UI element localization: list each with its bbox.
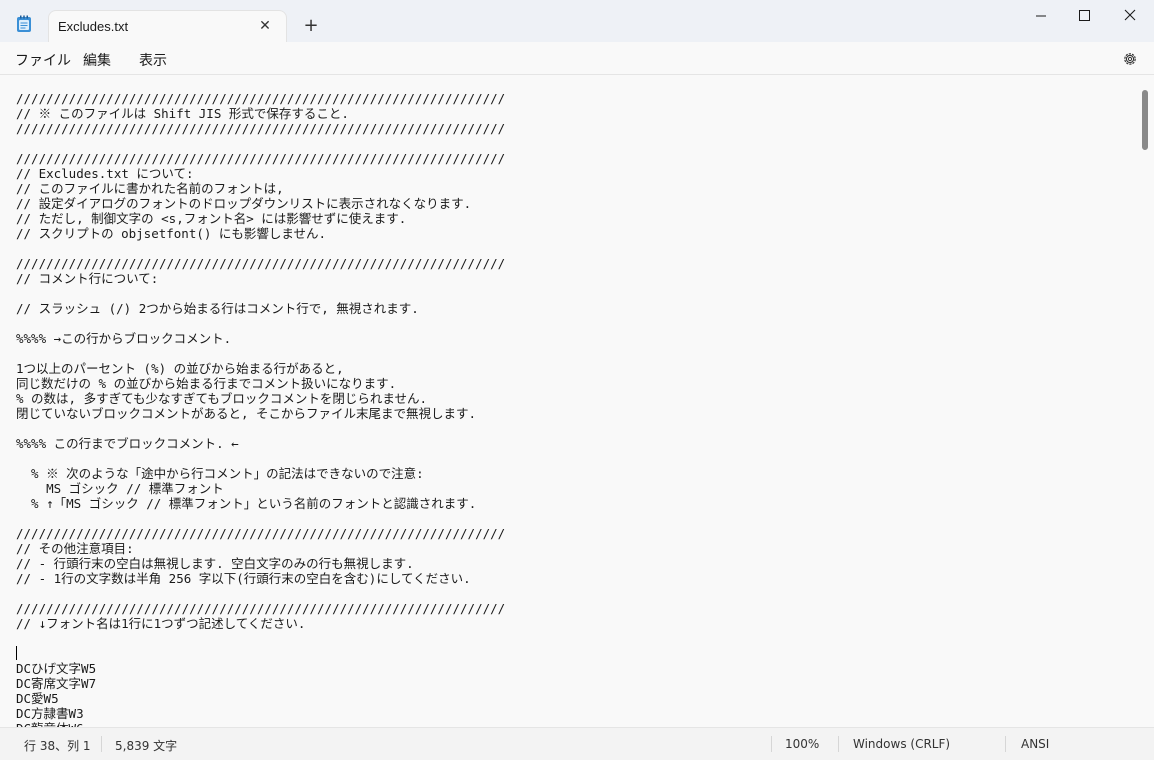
text-line[interactable]: DC方隷書W3 xyxy=(16,706,505,721)
line-ending[interactable]: Windows (CRLF) xyxy=(853,737,950,751)
text-line[interactable]: // - 1行の文字数は半角 256 字以下(行頭行末の空白を含む)にしてくださ… xyxy=(16,571,505,586)
menu-view[interactable]: 表示 xyxy=(139,50,167,70)
status-divider xyxy=(101,736,102,752)
menu-bar: ファイル 編集 表示 xyxy=(0,42,1154,75)
editor-text[interactable]: ////////////////////////////////////////… xyxy=(16,91,505,727)
close-icon[interactable] xyxy=(1108,0,1154,32)
tab-title: Excludes.txt xyxy=(58,19,129,34)
notepad-icon xyxy=(17,15,31,32)
text-line[interactable]: DC寄席文字W7 xyxy=(16,676,505,691)
text-line[interactable] xyxy=(16,316,505,331)
text-line[interactable]: 1つ以上のパーセント (%) の並びから始まる行があると, xyxy=(16,361,505,376)
text-line[interactable]: // Excludes.txt について: xyxy=(16,166,505,181)
gear-icon[interactable] xyxy=(1121,50,1139,68)
text-line[interactable]: // その他注意項目: xyxy=(16,541,505,556)
text-line[interactable]: %%%% この行までブロックコメント. ← xyxy=(16,436,505,451)
status-bar: 行 38、列 1 5,839 文字 100% Windows (CRLF) AN… xyxy=(0,727,1154,760)
text-line[interactable] xyxy=(16,241,505,256)
vertical-scrollbar[interactable] xyxy=(1142,90,1148,150)
text-line[interactable]: % ↑「MS ゴシック // 標準フォント」という名前のフォントと認識されます. xyxy=(16,496,505,511)
status-divider xyxy=(838,736,839,752)
maximize-icon[interactable] xyxy=(1064,0,1110,32)
tab-excludes-txt[interactable]: Excludes.txt ✕ xyxy=(48,10,287,43)
menu-file[interactable]: ファイル xyxy=(15,50,71,70)
text-editor[interactable]: ////////////////////////////////////////… xyxy=(0,75,1154,727)
text-line[interactable]: // 設定ダイアログのフォントのドロップダウンリストに表示されなくなります. xyxy=(16,196,505,211)
text-line[interactable]: % の数は, 多すぎても少なすぎてもブロックコメントを閉じられません. xyxy=(16,391,505,406)
menu-edit[interactable]: 編集 xyxy=(83,50,111,70)
close-tab-icon[interactable]: ✕ xyxy=(256,17,274,35)
text-line[interactable]: 同じ数だけの % の並びから始まる行までコメント扱いになります. xyxy=(16,376,505,391)
new-tab-button[interactable]: + xyxy=(300,15,322,37)
text-line[interactable]: ////////////////////////////////////////… xyxy=(16,256,505,271)
text-line[interactable]: ////////////////////////////////////////… xyxy=(16,91,505,106)
text-line[interactable] xyxy=(16,586,505,601)
text-line[interactable] xyxy=(16,631,505,646)
text-line[interactable]: // スクリプトの objsetfont() にも影響しません. xyxy=(16,226,505,241)
text-line[interactable]: %%%% →この行からブロックコメント. xyxy=(16,331,505,346)
title-bar: Excludes.txt ✕ + xyxy=(0,0,1154,43)
text-line[interactable]: // - 行頭行末の空白は無視します. 空白文字のみの行も無視します. xyxy=(16,556,505,571)
zoom-level[interactable]: 100% xyxy=(785,737,819,751)
text-line[interactable] xyxy=(16,421,505,436)
text-line[interactable]: ////////////////////////////////////////… xyxy=(16,121,505,136)
text-line[interactable]: % ※ 次のような「途中から行コメント」の記法はできないので注意: xyxy=(16,466,505,481)
text-line[interactable]: ////////////////////////////////////////… xyxy=(16,601,505,616)
text-line[interactable]: // コメント行について: xyxy=(16,271,505,286)
text-line[interactable]: // ただし, 制御文字の <s,フォント名> には影響せずに使えます. xyxy=(16,211,505,226)
encoding[interactable]: ANSI xyxy=(1021,737,1049,751)
minimize-icon[interactable] xyxy=(1018,0,1064,32)
text-line[interactable]: ////////////////////////////////////////… xyxy=(16,151,505,166)
text-line[interactable]: MS ゴシック // 標準フォント xyxy=(16,481,505,496)
text-line[interactable]: ////////////////////////////////////////… xyxy=(16,526,505,541)
text-line[interactable] xyxy=(16,136,505,151)
cursor-position: 行 38、列 1 xyxy=(24,739,91,753)
text-line[interactable] xyxy=(16,511,505,526)
text-line[interactable]: // ※ このファイルは Shift JIS 形式で保存すること. xyxy=(16,106,505,121)
text-line[interactable]: // スラッシュ (/) 2つから始まる行はコメント行で, 無視されます. xyxy=(16,301,505,316)
text-line[interactable]: DCひげ文字W5 xyxy=(16,661,505,676)
text-line[interactable]: 閉じていないブロックコメントがあると, そこからファイル末尾まで無視します. xyxy=(16,406,505,421)
text-line[interactable] xyxy=(16,451,505,466)
status-divider xyxy=(771,736,772,752)
character-count: 5,839 文字 xyxy=(115,739,178,753)
status-divider xyxy=(1005,736,1006,752)
text-caret xyxy=(16,646,17,660)
text-line[interactable] xyxy=(16,346,505,361)
text-line[interactable]: DC愛W5 xyxy=(16,691,505,706)
text-line[interactable]: // このファイルに書かれた名前のフォントは, xyxy=(16,181,505,196)
text-line[interactable] xyxy=(16,286,505,301)
text-line[interactable] xyxy=(16,646,505,661)
text-line[interactable]: // ↓フォント名は1行に1つずつ記述してください. xyxy=(16,616,505,631)
